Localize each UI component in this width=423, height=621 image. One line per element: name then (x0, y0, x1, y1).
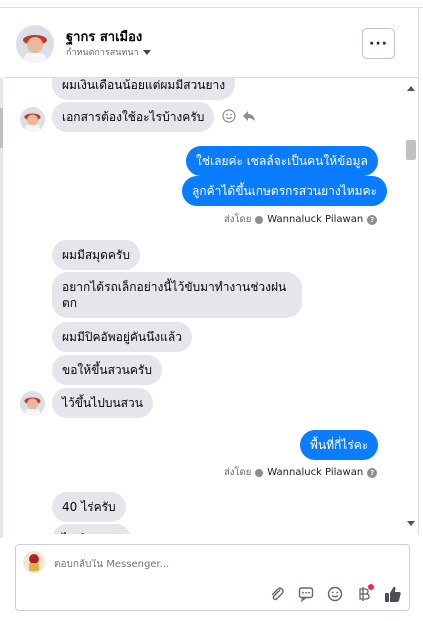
contact-avatar[interactable] (16, 25, 54, 63)
message-incoming: ผมมีสมุดครับ (52, 240, 140, 270)
smiley-icon[interactable] (326, 585, 344, 603)
sent-by-agent[interactable]: Wannaluck Pilawan (267, 467, 363, 478)
assign-conversation-dropdown[interactable]: กำหนดการสนทนา (66, 45, 151, 59)
sent-by-line: ส่งโดย Wannaluck Pilawan ? (224, 465, 378, 480)
message-incoming: ขอให้ขึ้นสวนครับ (52, 355, 162, 385)
agent-avatar-icon (255, 468, 264, 477)
message-outgoing: ใช่เลยค่ะ เซลล์จะเป็นคนให้ข้อมูล (186, 146, 378, 176)
paperclip-icon[interactable] (268, 585, 286, 603)
speech-bubble-icon[interactable] (297, 585, 315, 603)
message-text-line: ตก (62, 296, 78, 310)
thumbs-up-icon[interactable] (384, 585, 402, 603)
top-border (0, 0, 423, 8)
scroll-up-arrow-icon[interactable] (407, 86, 415, 91)
assign-conversation-label: กำหนดการสนทนา (66, 48, 139, 58)
reply-icon[interactable] (242, 109, 256, 123)
message-incoming: อยากได้รถเล็กอย่างนี้ไว้ขับมาทำงานช่วงฝน… (52, 272, 302, 318)
message-incoming: ผมมีปิคอัพอยู่คันนึงแล้ว (52, 322, 192, 352)
message-incoming: เอกสารต้องใช้อะไรบ้างครับ (52, 102, 215, 132)
conversation-header: ฐากร สาเมือง กำหนดการสนทนา ··· (4, 8, 419, 78)
contact-avatar-small (20, 391, 45, 416)
sent-by-agent[interactable]: Wannaluck Pilawan (267, 214, 363, 225)
baht-icon[interactable] (355, 584, 374, 603)
composer-toolbar (268, 583, 402, 605)
agent-avatar-icon (255, 215, 264, 224)
more-options-button[interactable]: ··· (362, 28, 395, 59)
sent-by-line: ส่งโดย Wannaluck Pilawan ? (224, 212, 378, 227)
contact-name[interactable]: ฐากร สาเมือง (66, 26, 142, 47)
help-icon[interactable]: ? (367, 467, 378, 478)
notification-dot (368, 584, 374, 590)
react-smiley-icon[interactable] (222, 109, 236, 123)
message-text-line: อยากได้รถเล็กอย่างนี้ไว้ขับมาทำงานช่วงฝน (62, 280, 287, 294)
sent-by-label: ส่งโดย (224, 214, 252, 225)
message-outgoing: ลูกค้าได้ขึ้นเกษตรกรสวนยางไหมคะ (182, 176, 388, 206)
reply-composer (15, 544, 410, 611)
thread-scrollbar[interactable] (404, 78, 418, 534)
page-scrollbar[interactable] (0, 78, 3, 538)
message-incoming: ผมเงินเดือนน้อยแต่ผมมีสวนยาง (52, 78, 236, 100)
caret-down-icon (142, 49, 151, 55)
contact-avatar-small (20, 107, 45, 132)
thread-scrollbar-thumb[interactable] (406, 140, 416, 160)
message-incoming: ไว้ขึ้นไปบนสวน (52, 388, 153, 418)
help-icon[interactable]: ? (367, 214, 378, 225)
page-avatar (23, 551, 45, 573)
message-thread[interactable]: ผมเงินเดือนน้อยแต่ผมมีสวนยาง เอกสารต้องใ… (4, 78, 419, 534)
reply-input[interactable] (54, 559, 354, 570)
scroll-down-arrow-icon[interactable] (407, 521, 415, 526)
message-incoming: 40 ไร่ครับ (52, 492, 126, 522)
sent-by-label: ส่งโดย (224, 467, 252, 478)
message-incoming: ไม่เปิดเผยบ่ (52, 524, 132, 534)
message-outgoing: พื้นที่กี่ไร่คะ (300, 430, 379, 460)
page-scrollbar-thumb[interactable] (0, 108, 3, 148)
